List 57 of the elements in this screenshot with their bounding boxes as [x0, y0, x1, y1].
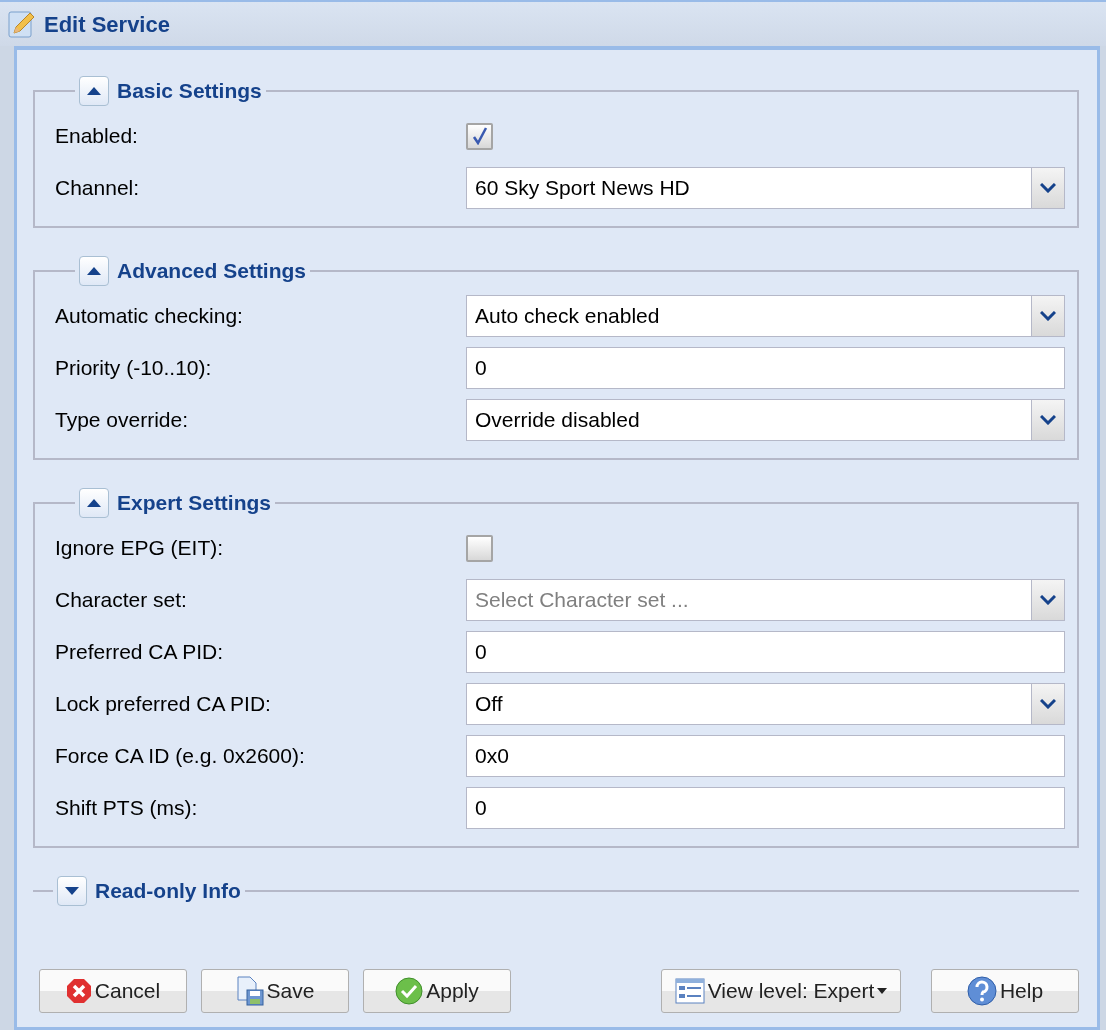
dropdown-trigger[interactable]	[1032, 579, 1065, 621]
window-title: Edit Service	[44, 10, 170, 39]
save-button[interactable]: Save	[201, 969, 349, 1013]
dropdown-trigger[interactable]	[1032, 683, 1065, 725]
dropdown-trigger[interactable]	[1032, 167, 1065, 209]
help-icon	[966, 976, 997, 1006]
field-label: Character set:	[55, 587, 188, 614]
dropdown-trigger[interactable]	[1032, 295, 1065, 337]
field-label: Ignore EPG (EIT):	[55, 535, 225, 562]
view-level-dropdown[interactable]: View level: Expert	[661, 969, 901, 1013]
apply-button[interactable]: Apply	[363, 969, 511, 1013]
checkbox[interactable]	[466, 534, 493, 562]
chevron-down-icon	[1040, 595, 1056, 605]
dropdown-field[interactable]: Override disabled	[466, 399, 1032, 441]
check-icon	[471, 127, 488, 145]
save-icon	[235, 976, 264, 1006]
field-label: Automatic checking:	[55, 303, 244, 330]
input-field[interactable]: 0x0	[466, 735, 1065, 777]
field-label: Channel:	[55, 175, 141, 202]
cancel-button[interactable]: Cancel	[39, 969, 187, 1013]
collapse-toggle[interactable]	[79, 488, 109, 518]
section-title: Expert Settings	[117, 490, 272, 516]
chevron-down-icon	[1040, 699, 1056, 709]
field-label: Shift PTS (ms):	[55, 795, 199, 822]
triangle-up-icon	[87, 267, 101, 275]
collapse-toggle[interactable]	[79, 256, 109, 286]
dropdown-field[interactable]: Auto check enabled	[466, 295, 1032, 337]
chevron-down-icon	[1040, 183, 1056, 193]
field-label: Force CA ID (e.g. 0x2600):	[55, 743, 306, 770]
cancel-icon	[65, 978, 92, 1004]
field-label: Priority (-10..10):	[55, 355, 213, 382]
field-label: Lock preferred CA PID:	[55, 691, 272, 718]
input-field[interactable]: 0	[466, 631, 1065, 673]
input-field[interactable]: 0	[466, 787, 1065, 829]
dropdown-field[interactable]: Off	[466, 683, 1032, 725]
chevron-down-icon	[1040, 311, 1056, 321]
section-title: Read-only Info	[95, 878, 241, 904]
list-view-icon	[674, 978, 705, 1004]
dropdown-trigger[interactable]	[1032, 399, 1065, 441]
field-label: Preferred CA PID:	[55, 639, 225, 666]
triangle-up-icon	[87, 499, 101, 507]
check-icon	[395, 977, 424, 1005]
dropdown-field[interactable]: 60 Sky Sport News HD	[466, 167, 1032, 209]
expand-toggle[interactable]	[57, 876, 87, 906]
dropdown-field[interactable]: Select Character set ...	[466, 579, 1032, 621]
pencil-note-icon	[8, 9, 36, 39]
section-title: Advanced Settings	[117, 258, 307, 284]
checkbox[interactable]	[466, 122, 493, 150]
field-label: Type override:	[55, 407, 190, 434]
triangle-down-icon	[65, 887, 79, 895]
section-title: Basic Settings	[117, 78, 262, 104]
triangle-up-icon	[87, 87, 101, 95]
input-field[interactable]: 0	[466, 347, 1065, 389]
chevron-down-icon	[1040, 415, 1056, 425]
collapse-toggle[interactable]	[79, 76, 109, 106]
field-label: Enabled:	[55, 123, 139, 150]
help-button[interactable]: Help	[931, 969, 1079, 1013]
